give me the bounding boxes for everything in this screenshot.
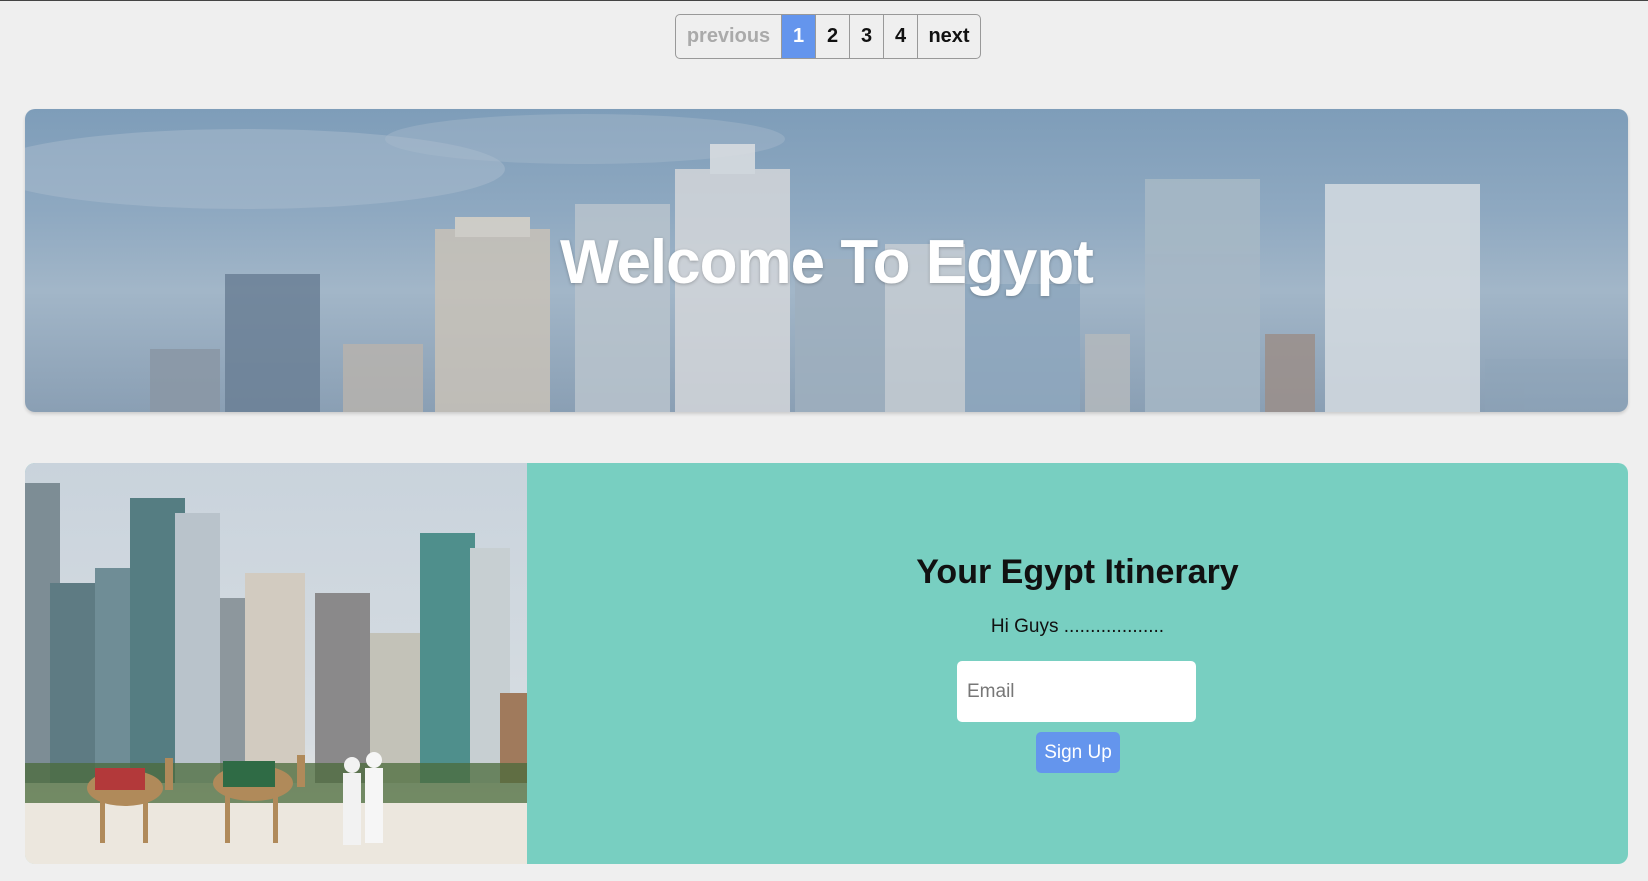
hero-banner: Welcome To Egypt	[25, 109, 1628, 412]
email-input[interactable]	[957, 661, 1196, 722]
signup-form-panel: Your Egypt Itinerary Hi Guys ...........…	[527, 463, 1628, 864]
pagination-page-1[interactable]: 1	[782, 15, 816, 58]
pagination-previous-button[interactable]: previous	[676, 15, 782, 58]
pagination-next-button[interactable]: next	[918, 15, 980, 58]
pagination-page-2[interactable]: 2	[816, 15, 850, 58]
signup-card: Your Egypt Itinerary Hi Guys ...........…	[25, 463, 1628, 864]
pagination-page-4[interactable]: 4	[884, 15, 918, 58]
hero-title: Welcome To Egypt	[560, 228, 1094, 297]
pagination: previous 1 2 3 4 next	[675, 14, 981, 59]
card-greeting-text: Hi Guys ...................	[990, 616, 1165, 637]
dubai-camels-image	[25, 463, 527, 864]
card-title: Your Egypt Itinerary	[916, 553, 1239, 591]
sign-up-button[interactable]: Sign Up	[1036, 732, 1120, 773]
top-border	[0, 0, 1648, 1]
pagination-page-3[interactable]: 3	[850, 15, 884, 58]
